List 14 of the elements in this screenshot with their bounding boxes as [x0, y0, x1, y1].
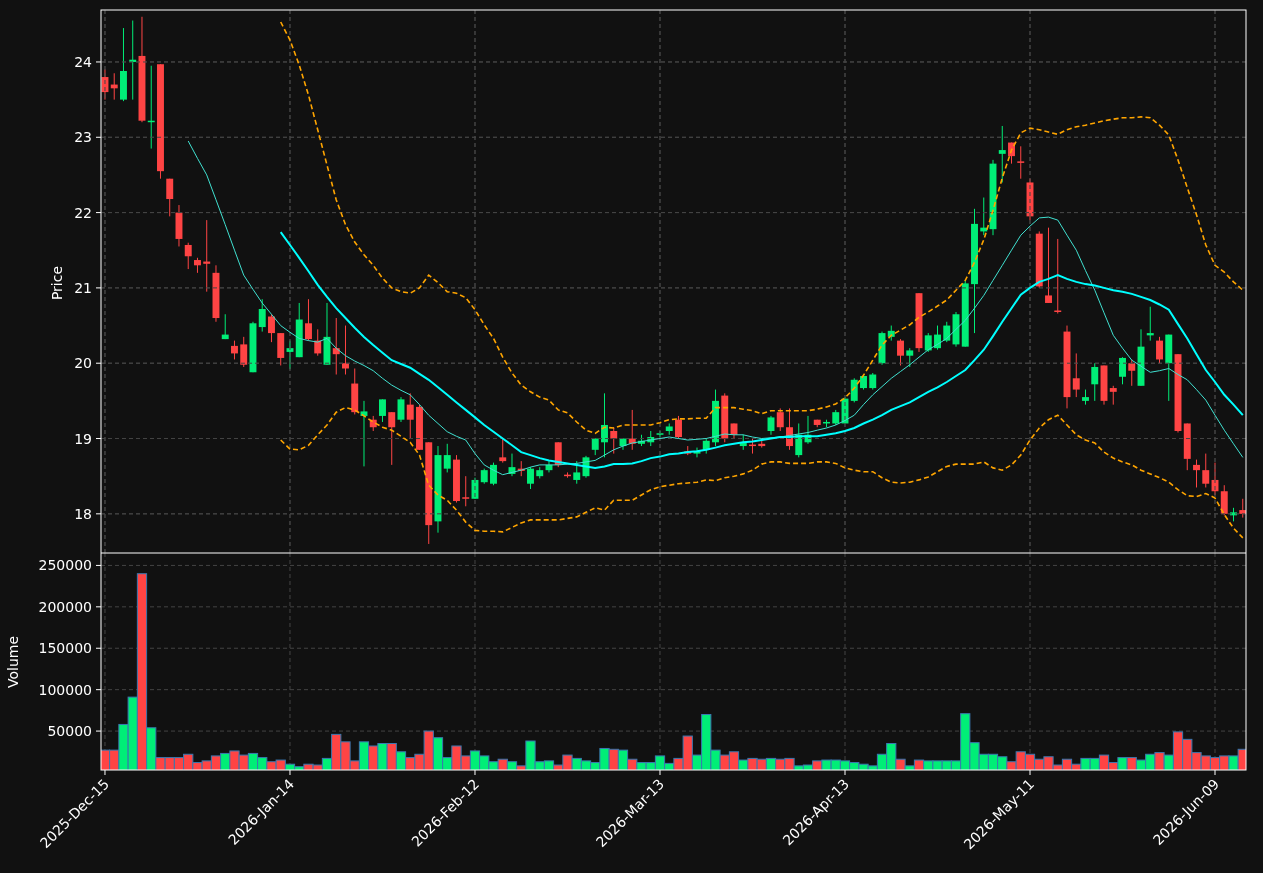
tick-label: 18 — [74, 505, 92, 522]
tick-label: 100000 — [38, 681, 92, 698]
tick-label: 19 — [74, 430, 92, 447]
tick-label: 50000 — [47, 723, 92, 740]
axis-title: Price — [49, 265, 65, 301]
tick-label: 200000 — [38, 598, 92, 615]
tick-label: 250000 — [38, 557, 92, 574]
axis-title: Volume — [5, 635, 21, 689]
tick-label: 21 — [74, 279, 92, 296]
tick-label: 23 — [74, 129, 92, 146]
tick-label: 150000 — [38, 640, 92, 657]
tick-label: 20 — [74, 355, 92, 372]
tick-label: 24 — [74, 53, 92, 70]
tick-label: 22 — [74, 204, 92, 221]
